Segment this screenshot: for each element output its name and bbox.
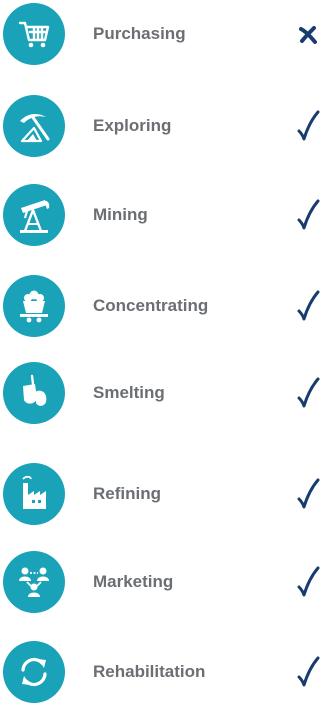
check-mark-icon bbox=[296, 477, 320, 511]
check-mark-icon bbox=[296, 565, 320, 599]
stage-label-refining: Refining bbox=[93, 484, 161, 503]
check-mark-icon bbox=[296, 109, 320, 143]
stage-label-rehabilitation: Rehabilitation bbox=[93, 662, 206, 681]
stage-row-refining: Refining bbox=[0, 463, 321, 525]
stage-row-marketing: Marketing bbox=[0, 551, 321, 613]
check-mark-icon bbox=[296, 198, 320, 232]
stage-row-smelting: Smelting bbox=[0, 362, 321, 424]
stage-label-mining: Mining bbox=[93, 205, 148, 224]
stage-row-rehabilitation: Rehabilitation bbox=[0, 641, 321, 703]
people-network-icon bbox=[3, 551, 65, 613]
stage-row-concentrating: Concentrating bbox=[0, 275, 321, 337]
stage-label-marketing: Marketing bbox=[93, 572, 174, 591]
check-mark-icon bbox=[296, 289, 320, 323]
ladle-pour-icon bbox=[3, 362, 65, 424]
stage-label-concentrating: Concentrating bbox=[93, 296, 209, 315]
ore-cart-icon bbox=[3, 275, 65, 337]
check-mark-icon bbox=[296, 655, 320, 689]
value-chain-list: Purchasing Exploring Mining Concentratin… bbox=[0, 0, 321, 707]
stage-label-purchasing: Purchasing bbox=[93, 24, 186, 43]
oil-pump-icon bbox=[3, 184, 65, 246]
stage-label-smelting: Smelting bbox=[93, 383, 165, 402]
pickaxe-icon bbox=[3, 95, 65, 157]
recycle-arrows-icon bbox=[3, 641, 65, 703]
stage-row-mining: Mining bbox=[0, 184, 321, 246]
check-mark-icon bbox=[296, 376, 320, 410]
stage-row-exploring: Exploring bbox=[0, 95, 321, 157]
stage-row-purchasing: Purchasing bbox=[0, 3, 321, 65]
stage-label-exploring: Exploring bbox=[93, 116, 172, 135]
shopping-cart-icon bbox=[3, 3, 65, 65]
factory-icon bbox=[3, 463, 65, 525]
cross-mark-icon bbox=[296, 17, 320, 51]
